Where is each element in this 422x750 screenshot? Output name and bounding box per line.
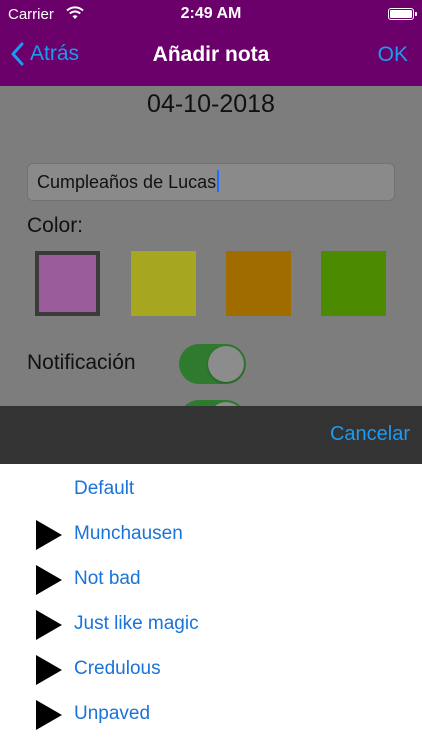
- sound-option-unpaved[interactable]: Unpaved: [0, 695, 422, 735]
- sound-option-label: Credulous: [74, 658, 161, 679]
- sound-option-label: Not bad: [74, 568, 141, 589]
- sound-option-just-like-magic[interactable]: Just like magic: [0, 605, 422, 645]
- note-date[interactable]: 04-10-2018: [0, 90, 422, 119]
- note-text-field[interactable]: Cumpleaños de Lucas: [27, 163, 395, 201]
- sound-option-not-bad[interactable]: Not bad: [0, 560, 422, 600]
- navigation-bar: Atrás Añadir nota OK: [0, 32, 422, 82]
- play-icon[interactable]: [36, 520, 62, 550]
- notification-label: Notificación: [27, 351, 136, 374]
- sound-option-label: Unpaved: [74, 703, 151, 724]
- text-caret: [217, 170, 220, 192]
- color-swatch-purple[interactable]: [35, 251, 100, 316]
- ok-button[interactable]: OK: [378, 43, 408, 67]
- status-time: 2:49 AM: [180, 5, 242, 22]
- cancel-button[interactable]: Cancelar: [330, 423, 410, 446]
- top-bar: Carrier 2:49 AM Atrás Añadir nota OK: [0, 0, 422, 86]
- color-swatch-yellow[interactable]: [131, 251, 196, 316]
- sound-option-label: Munchausen: [74, 523, 183, 544]
- sound-option-label: Default: [74, 478, 135, 499]
- color-swatch-green[interactable]: [321, 251, 386, 316]
- sound-option-munchausen[interactable]: Munchausen: [0, 515, 422, 555]
- page-title: Añadir nota: [152, 43, 270, 66]
- toggle-knob: [208, 346, 244, 382]
- notification-toggle[interactable]: [179, 344, 246, 384]
- play-icon[interactable]: [36, 700, 62, 730]
- play-icon[interactable]: [36, 610, 62, 640]
- play-icon[interactable]: [36, 655, 62, 685]
- sound-option-credulous[interactable]: Credulous: [0, 650, 422, 690]
- status-bar: Carrier 2:49 AM: [0, 0, 422, 30]
- color-label: Color:: [27, 214, 84, 237]
- battery-icon: [388, 8, 417, 20]
- picker-toolbar: Cancelar: [0, 406, 422, 464]
- play-icon[interactable]: [36, 565, 62, 595]
- sound-option-label: Just like magic: [74, 613, 199, 634]
- color-swatch-orange[interactable]: [226, 251, 291, 316]
- sound-picker: Default Munchausen Not bad Just like mag…: [0, 464, 422, 750]
- sound-option-default[interactable]: Default: [0, 470, 422, 510]
- note-text-value: Cumpleaños de Lucas: [37, 172, 217, 192]
